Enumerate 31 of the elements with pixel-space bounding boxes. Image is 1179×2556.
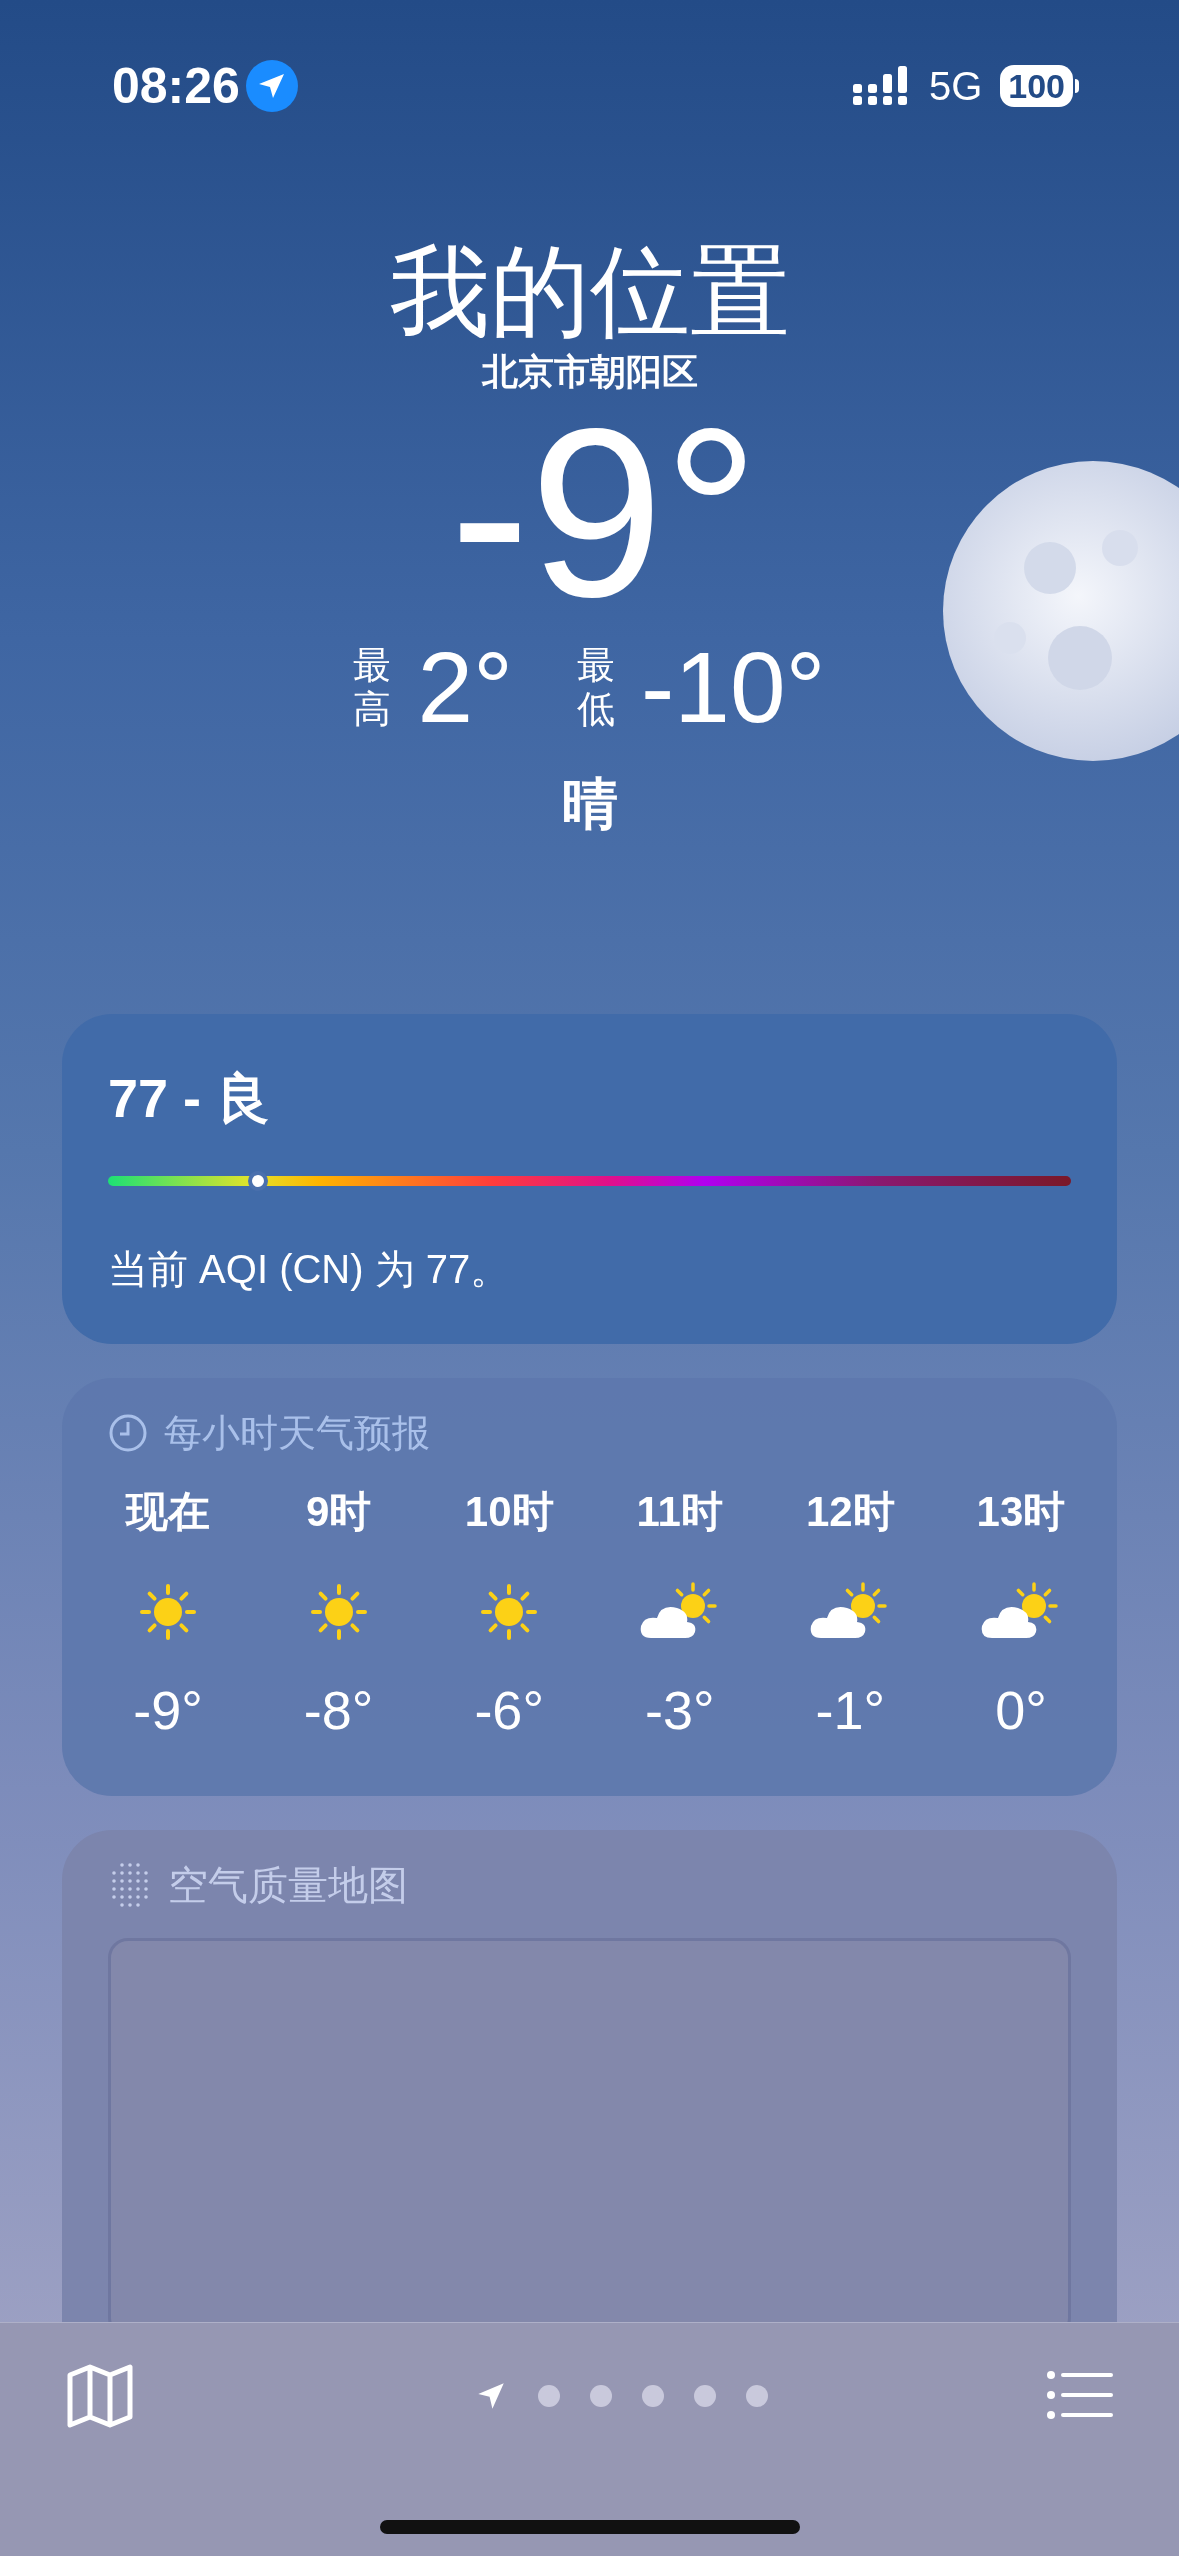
hour-temperature: -9° [133,1679,203,1742]
hour-label: 9时 [305,1487,372,1537]
battery-tip-icon [1075,79,1079,93]
low-temperature: -10° [641,632,826,742]
aqi-title: 77 - 良 [108,1067,272,1130]
location-title: 我的位置 [389,236,790,346]
map-icon[interactable] [66,2363,134,2429]
battery-level: 100 [1000,65,1073,107]
network-label: 5G [928,63,983,110]
hour-temperature: -8° [303,1679,374,1742]
clock-icon [108,1413,148,1453]
low-label: 最低 [577,643,617,731]
hourly-title: 每小时天气预报 [164,1411,430,1456]
high-label: 最高 [353,643,393,731]
aqi-description: 当前 AQI (CN) 为 77。 [108,1246,512,1293]
home-indicator[interactable] [380,2520,800,2534]
hour-label: 10时 [464,1487,554,1537]
hour-temperature: -3° [644,1679,715,1742]
hour-label: 现在 [126,1487,210,1537]
status-time: 08:26 [112,56,240,116]
hour-label: 13时 [976,1487,1066,1537]
hour-label: 11时 [636,1487,723,1537]
menu-icon[interactable] [1047,2371,1113,2421]
high-temperature: 2° [417,632,514,742]
hour-label: 12时 [806,1487,895,1537]
hour-temperature: -6° [474,1679,544,1742]
hour-temperature: -1° [815,1679,886,1742]
weather-condition: 晴 [561,771,618,837]
air-map-title: 空气质量地图 [168,1862,408,1909]
location-subtitle: 北京市朝阳区 [481,350,698,394]
hour-temperature: 0° [995,1679,1047,1742]
